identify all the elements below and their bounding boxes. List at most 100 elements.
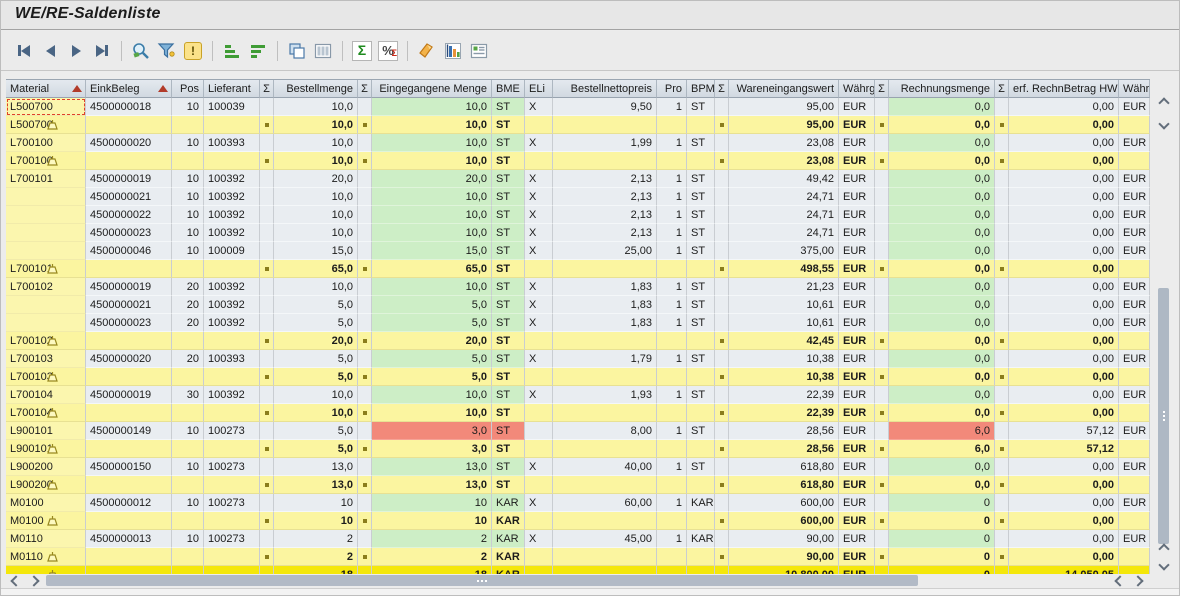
cell[interactable]: [995, 368, 1009, 386]
cell[interactable]: EUR: [1119, 188, 1150, 206]
cell[interactable]: [995, 332, 1009, 350]
cell[interactable]: M0110: [6, 548, 86, 566]
cell[interactable]: ST: [492, 422, 525, 440]
cell[interactable]: [687, 440, 715, 458]
cell[interactable]: EUR: [839, 440, 875, 458]
cell[interactable]: [172, 512, 204, 530]
cell[interactable]: 10: [372, 494, 492, 512]
cell[interactable]: 0,00: [1009, 512, 1119, 530]
column-header[interactable]: Wareneingangswert: [729, 80, 839, 98]
cell[interactable]: 0,00: [1009, 242, 1119, 260]
cell[interactable]: ST: [492, 98, 525, 116]
cell[interactable]: [875, 332, 889, 350]
cell[interactable]: [715, 134, 729, 152]
cell[interactable]: [260, 332, 274, 350]
cell[interactable]: [260, 314, 274, 332]
cell[interactable]: 0,00: [1009, 314, 1119, 332]
cell[interactable]: 4500000020: [86, 350, 172, 368]
column-header[interactable]: ELi: [525, 80, 553, 98]
cell[interactable]: X: [525, 242, 553, 260]
cell[interactable]: 0,00: [1009, 368, 1119, 386]
cell[interactable]: KAR: [687, 494, 715, 512]
cell[interactable]: 1,83: [553, 278, 657, 296]
cell[interactable]: [525, 512, 553, 530]
cell[interactable]: [358, 188, 372, 206]
cell[interactable]: L700100: [6, 152, 86, 170]
cell[interactable]: 0: [889, 566, 995, 574]
cell[interactable]: [260, 566, 274, 574]
cell[interactable]: 100273: [204, 530, 260, 548]
cell[interactable]: [525, 332, 553, 350]
cell[interactable]: 10: [372, 512, 492, 530]
cell[interactable]: 90,00: [729, 530, 839, 548]
cell[interactable]: [260, 224, 274, 242]
cell[interactable]: 10: [172, 98, 204, 116]
cell[interactable]: 14.050,05: [1009, 566, 1119, 574]
cell[interactable]: 22,39: [729, 404, 839, 422]
cell[interactable]: [358, 278, 372, 296]
cell[interactable]: 1: [657, 458, 687, 476]
cell[interactable]: [995, 260, 1009, 278]
cell[interactable]: 10,0: [274, 188, 358, 206]
horizontal-scrollbar[interactable]: [6, 574, 1150, 587]
cell[interactable]: EUR: [839, 224, 875, 242]
cell[interactable]: 10.800,00: [729, 566, 839, 574]
cell[interactable]: [1119, 440, 1150, 458]
cell[interactable]: [204, 116, 260, 134]
cell[interactable]: [715, 170, 729, 188]
cell[interactable]: 10,0: [372, 404, 492, 422]
cell[interactable]: EUR: [839, 152, 875, 170]
copy-button[interactable]: [285, 39, 309, 63]
cell[interactable]: 1: [657, 98, 687, 116]
cell[interactable]: [875, 188, 889, 206]
cell[interactable]: 65,0: [372, 260, 492, 278]
cell[interactable]: [204, 332, 260, 350]
cell[interactable]: [875, 278, 889, 296]
cell[interactable]: [715, 116, 729, 134]
cell[interactable]: 0,0: [889, 134, 995, 152]
cell[interactable]: [358, 566, 372, 574]
cell[interactable]: 4500000023: [86, 314, 172, 332]
cell[interactable]: [204, 260, 260, 278]
cell[interactable]: [204, 476, 260, 494]
cell[interactable]: 5,0: [372, 350, 492, 368]
cell[interactable]: [875, 170, 889, 188]
cell[interactable]: [995, 206, 1009, 224]
cell[interactable]: [260, 476, 274, 494]
cell[interactable]: EUR: [839, 404, 875, 422]
cell[interactable]: [86, 512, 172, 530]
cell[interactable]: [657, 476, 687, 494]
scroll-up-button-bottom[interactable]: [1156, 541, 1172, 557]
cell[interactable]: 2: [372, 548, 492, 566]
cell[interactable]: [6, 296, 86, 314]
cell[interactable]: [553, 260, 657, 278]
cell[interactable]: 4500000012: [86, 494, 172, 512]
cell[interactable]: [1119, 368, 1150, 386]
cell[interactable]: [715, 260, 729, 278]
cell[interactable]: X: [525, 278, 553, 296]
cell[interactable]: 3,0: [372, 440, 492, 458]
column-header[interactable]: BPM: [687, 80, 715, 98]
column-header[interactable]: Bestellmenge: [274, 80, 358, 98]
cell[interactable]: [260, 278, 274, 296]
cell[interactable]: L500700: [6, 98, 86, 116]
cell[interactable]: [687, 116, 715, 134]
cell[interactable]: 1: [657, 422, 687, 440]
cell[interactable]: 10,0: [372, 152, 492, 170]
previous-page-button[interactable]: [38, 39, 62, 63]
cell[interactable]: EUR: [1119, 278, 1150, 296]
cell[interactable]: 1: [657, 350, 687, 368]
cell[interactable]: [875, 404, 889, 422]
cell[interactable]: [260, 494, 274, 512]
cell[interactable]: [715, 530, 729, 548]
cell[interactable]: [715, 98, 729, 116]
cell[interactable]: [657, 440, 687, 458]
cell[interactable]: [1119, 152, 1150, 170]
cell[interactable]: [172, 332, 204, 350]
cell[interactable]: ST: [492, 188, 525, 206]
cell[interactable]: M0100: [6, 494, 86, 512]
cell[interactable]: [995, 422, 1009, 440]
scroll-left-button[interactable]: [8, 573, 24, 589]
cell[interactable]: 28,56: [729, 440, 839, 458]
cell[interactable]: [6, 224, 86, 242]
